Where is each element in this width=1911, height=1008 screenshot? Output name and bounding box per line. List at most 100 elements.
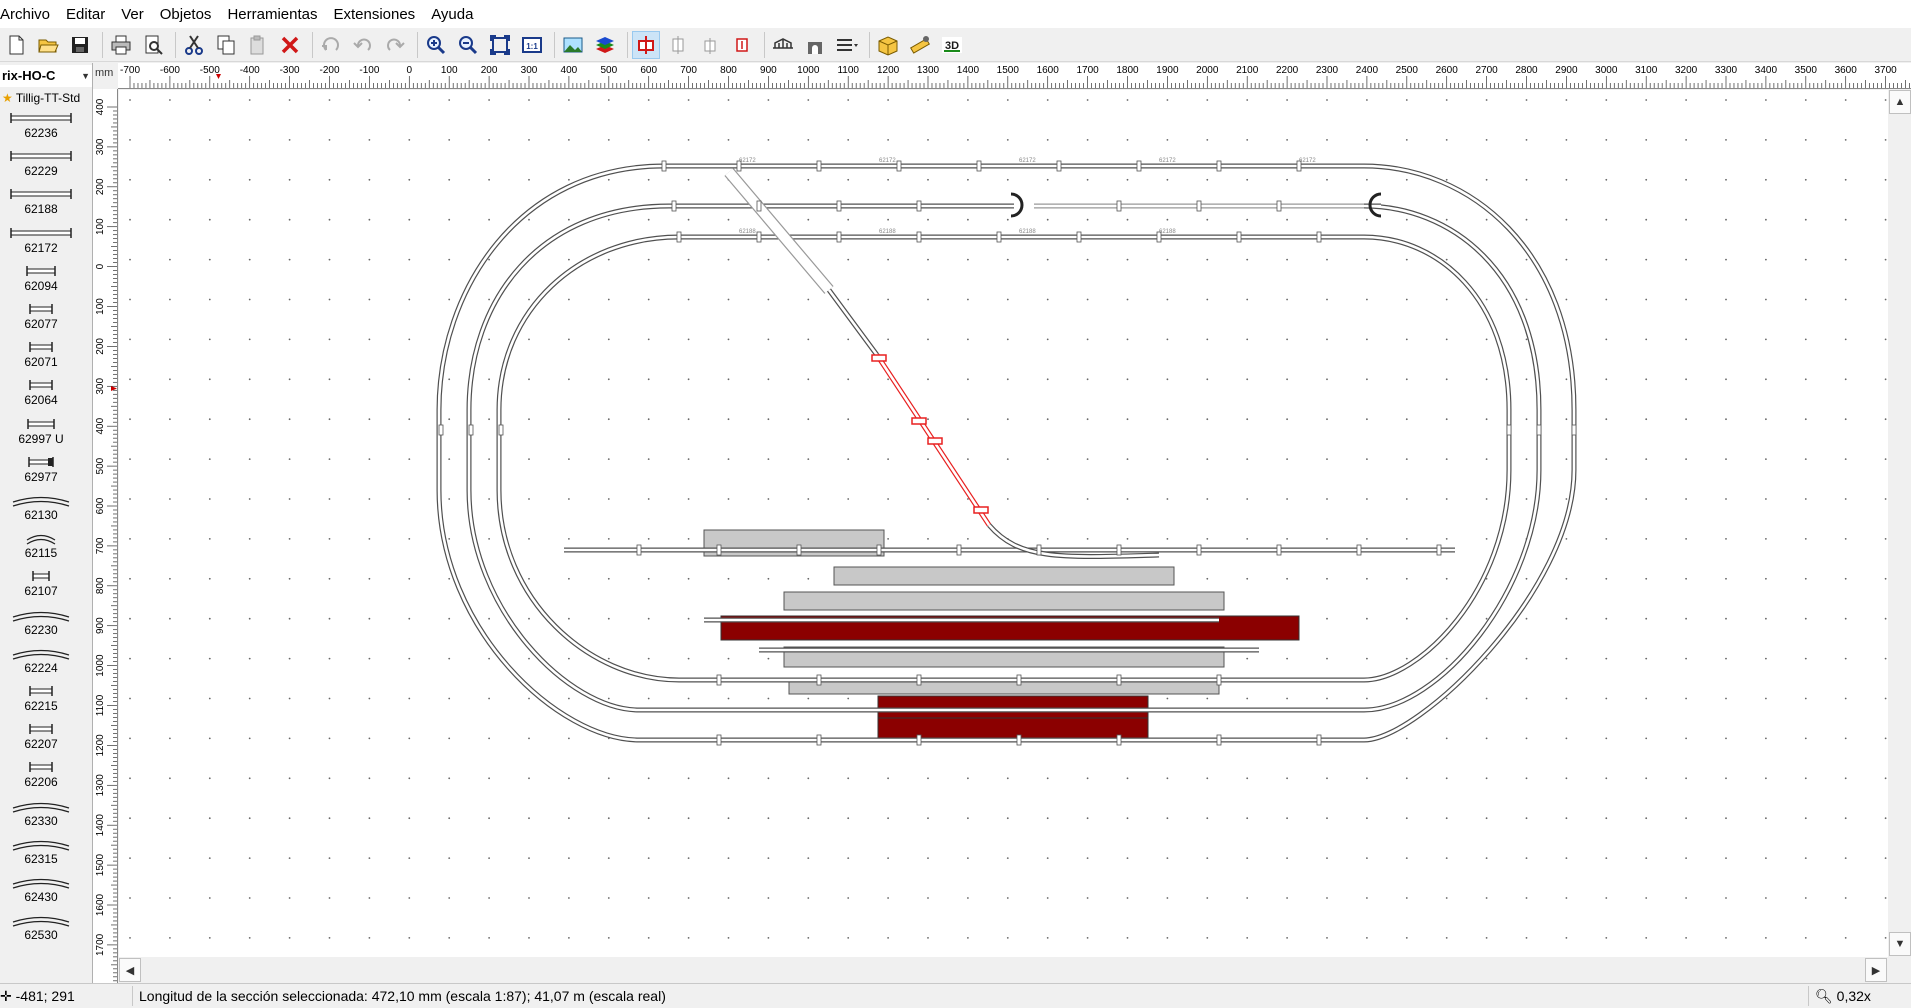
zoom-in-icon [427, 35, 446, 54]
horizontal-scrollbar[interactable]: ◀ ▶ [119, 957, 1889, 983]
catalog-track-item[interactable]: 62207 [0, 722, 82, 760]
print-button[interactable] [107, 31, 135, 59]
ruler-x-label: 600 [640, 65, 657, 76]
track-piece-icon [28, 456, 54, 467]
zoom-out-button[interactable] [454, 31, 482, 59]
track-joint [976, 160, 982, 172]
track-joint [916, 734, 922, 746]
catalog-sub-item[interactable]: ★ Tillig-TT-Std [0, 89, 92, 109]
ruler-x-label: 1600 [1037, 65, 1060, 76]
scroll-down-button[interactable]: ▼ [1889, 932, 1911, 956]
layout-canvas[interactable]: 62172 62172 62172 62172 62172 62188 62188 62188… [119, 90, 1888, 957]
ruler-x-label: 3000 [1595, 65, 1618, 76]
catalog-track-item[interactable]: 62224 [0, 646, 82, 684]
menu-herramientas[interactable]: Herramientas [225, 6, 327, 23]
catalog-track-item[interactable]: 62215 [0, 684, 82, 722]
open-file-button[interactable] [34, 31, 62, 59]
track-piece-icon [10, 113, 72, 123]
catalog-track-item[interactable]: 62977 [0, 455, 82, 493]
catalog-track-label: 62107 [24, 584, 58, 599]
catalog-track-item[interactable]: 62997 U [0, 417, 82, 455]
part-a-button[interactable] [664, 31, 692, 59]
ruler-y-label: 300 [95, 138, 106, 155]
save-button[interactable] [66, 31, 94, 59]
catalog-track-item[interactable]: 62094 [0, 264, 82, 302]
catalog-track-item[interactable]: 62236 [0, 111, 82, 149]
zoom-fit-button[interactable] [486, 31, 514, 59]
tracks-button[interactable] [833, 31, 861, 59]
scroll-right-button[interactable]: ▶ [1865, 958, 1887, 982]
layers-button[interactable] [591, 31, 619, 59]
bridge-button[interactable] [769, 31, 797, 59]
catalog-track-item[interactable]: 62071 [0, 340, 82, 378]
menu-ver[interactable]: Ver [119, 6, 154, 23]
track-joint [756, 231, 762, 243]
catalog-track-item[interactable]: 62230 [0, 608, 82, 646]
catalog-track-item[interactable]: 62064 [0, 378, 82, 416]
catalog-track-label: 62530 [24, 928, 58, 943]
rotate-icon [322, 36, 339, 51]
undo-button[interactable] [349, 31, 377, 59]
menu-archivo[interactable]: Archivo [0, 6, 60, 23]
track-joint [1356, 544, 1362, 556]
track-joint [1236, 231, 1242, 243]
background-image-button[interactable] [559, 31, 587, 59]
measure-button[interactable] [906, 31, 934, 59]
ruler-x-label: 100 [441, 65, 458, 76]
tunnel-button[interactable] [801, 31, 829, 59]
vertical-scrollbar[interactable]: ▲ ▼ [1889, 90, 1911, 957]
catalog-track-label: 62188 [24, 202, 58, 217]
catalog-track-label: 62229 [24, 164, 58, 179]
catalog-track-item[interactable]: 62430 [0, 875, 82, 913]
print-preview-button[interactable] [139, 31, 167, 59]
catalog-select[interactable]: rix-HO-C ▼ [0, 65, 92, 87]
toolbar-separator [417, 31, 418, 58]
menu-editar[interactable]: Editar [64, 6, 115, 23]
cut-button[interactable] [180, 31, 208, 59]
paste-button[interactable] [244, 31, 272, 59]
menu-objetos[interactable]: Objetos [158, 6, 222, 23]
catalog-track-item[interactable]: 62115 [0, 531, 82, 569]
catalog-track-label: 62430 [24, 890, 58, 904]
copy-button[interactable] [212, 31, 240, 59]
part-x-button[interactable] [728, 31, 756, 59]
catalog-track-item[interactable]: 62229 [0, 149, 82, 187]
scroll-up-button[interactable]: ▲ [1889, 90, 1911, 114]
station-building-upper [877, 695, 1149, 719]
delete-button[interactable] [276, 31, 304, 59]
catalog-track-item[interactable]: 62077 [0, 302, 82, 340]
3d-box-button[interactable] [874, 31, 902, 59]
ruler-x-label: 1200 [877, 65, 900, 76]
track-mode-button[interactable] [632, 30, 660, 59]
ruler-y-label: 0 [95, 263, 106, 269]
menu-bar: Archivo Editar Ver Objetos Herramientas Exten… [0, 0, 1911, 28]
scroll-left-button[interactable]: ◀ [119, 958, 141, 982]
track-inner-loop [496, 234, 1512, 683]
part-b-button[interactable] [696, 31, 724, 59]
track-joint [1536, 424, 1542, 436]
zoom-in-button[interactable] [422, 31, 450, 59]
catalog-track-item[interactable]: 62206 [0, 760, 82, 798]
3d-view-button[interactable]: 3D [938, 31, 966, 59]
toolbar-separator [102, 31, 103, 58]
track-joint [1276, 200, 1282, 212]
redo-button[interactable] [381, 31, 409, 59]
catalog-track-item[interactable]: 62188 [0, 187, 82, 225]
redo-icon [387, 38, 405, 51]
menu-ayuda[interactable]: Ayuda [429, 6, 483, 23]
delete-x-icon [281, 36, 299, 53]
catalog-track-item[interactable]: 62530 [0, 913, 82, 951]
catalog-track-item[interactable]: 62172 [0, 226, 82, 264]
menu-extensiones[interactable]: Extensiones [331, 6, 425, 23]
catalog-track-item[interactable]: 62330 [0, 799, 82, 837]
catalog-track-item[interactable]: 62130 [0, 493, 82, 531]
catalog-track-item[interactable]: 62107 [0, 569, 82, 607]
rotate-button[interactable] [317, 31, 345, 59]
zoom-1-1-button[interactable]: 1:1 [518, 31, 546, 59]
track-piece-icon [26, 265, 56, 276]
new-file-button[interactable] [2, 31, 30, 59]
catalog-track-item[interactable]: 62315 [0, 837, 82, 875]
track-joint [816, 674, 822, 686]
track-joint [676, 231, 682, 243]
ruler-y-label: 100 [95, 298, 106, 315]
